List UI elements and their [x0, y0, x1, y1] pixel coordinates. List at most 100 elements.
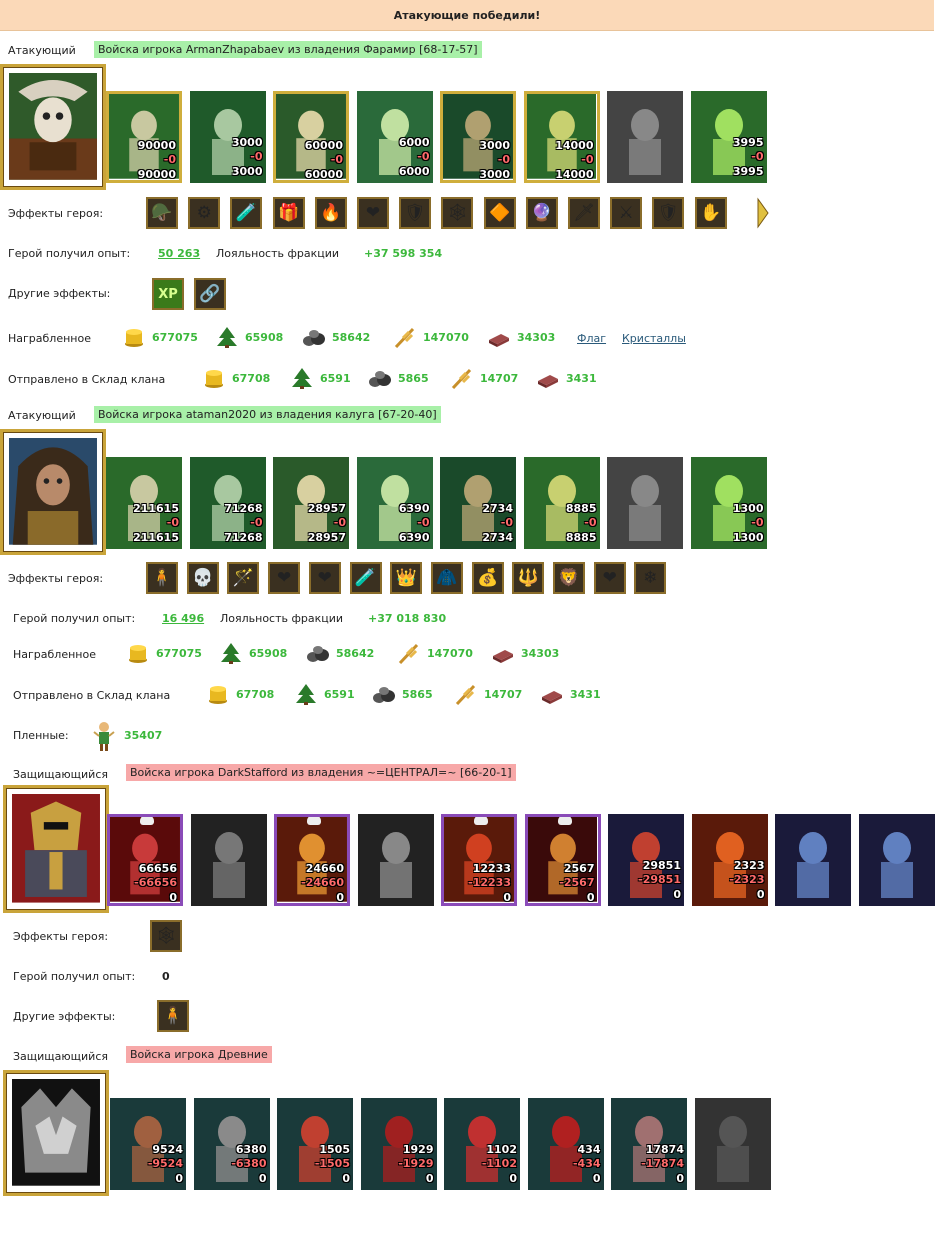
attacker1-hero-effect-5-icon[interactable]: 🔥 [314, 197, 347, 229]
defender2-unit-8[interactable] [694, 1098, 771, 1190]
attacker1-other-effect-2-icon[interactable]: 🔗 [194, 278, 226, 310]
effects-scroll-right-icon[interactable] [756, 197, 770, 229]
attacker1-looted-label: Награбленное [8, 332, 91, 345]
defender1-unit-7[interactable]: 29851 -29851 0 [608, 814, 684, 906]
attacker1-hero-effect-10-icon[interactable]: 🔮 [525, 197, 558, 229]
attacker1-unit-1[interactable]: 90000 -0 90000 [106, 91, 182, 183]
attacker1-unit-3[interactable]: 60000 -0 60000 [273, 91, 349, 183]
creature-icon [110, 817, 180, 902]
brick-icon [493, 650, 513, 663]
defender1-unit-5[interactable]: 12233 -12233 0 [441, 814, 517, 906]
attacker1-unit-8[interactable]: 3995 -0 3995 [690, 91, 767, 183]
attacker2-exp-value[interactable]: 16 496 [162, 612, 204, 625]
defender1-unit-4[interactable] [357, 814, 434, 906]
brick-icon [542, 691, 562, 704]
attacker2-hero-effect-2-icon[interactable]: 💀 [186, 562, 219, 594]
defender1-hero-effect-1-icon[interactable]: 🕸 [150, 920, 182, 952]
attacker2-unit-4[interactable]: 6390 -0 6390 [356, 457, 433, 549]
unit-count: 1505 [319, 1143, 350, 1156]
attacker2-hero-effect-8-icon[interactable]: 🧥 [430, 562, 463, 594]
attacker2-hero-effect-10-icon[interactable]: 🔱 [512, 562, 545, 594]
attacker1-hero-effect-14-icon[interactable]: ✋ [694, 197, 727, 229]
attacker1-other-effect-1-icon[interactable]: XP [152, 278, 184, 310]
unit-count: 2734 [482, 502, 513, 515]
attacker2-hero-effect-9-icon[interactable]: 💰 [471, 562, 504, 594]
crystals-link[interactable]: Кристаллы [622, 332, 686, 345]
attacker1-unit-6[interactable]: 14000 -0 14000 [523, 91, 600, 183]
resource-value: 677075 [156, 646, 202, 660]
defender1-hero-portrait[interactable] [3, 785, 109, 913]
defender2-unit-1[interactable]: 9524 -9524 0 [110, 1098, 186, 1190]
defender1-unit-2[interactable] [190, 814, 267, 906]
skull-icon [307, 817, 321, 825]
defender1-unit-3[interactable]: 24660 -24660 0 [274, 814, 350, 906]
attacker1-exp-value[interactable]: 50 263 [158, 247, 200, 260]
attacker1-hero-effect-4-icon[interactable]: 🎁 [272, 197, 305, 229]
attacker1-unit-4[interactable]: 6000 -0 6000 [356, 91, 433, 183]
attacker2-unit-5[interactable]: 2734 -0 2734 [440, 457, 516, 549]
attacker2-hero-effect-1-icon[interactable]: 🧍 [146, 562, 178, 594]
defender1-unit-1[interactable]: 66656 -66656 0 [107, 814, 183, 906]
defender1-unit-6[interactable]: 2567 -2567 0 [524, 814, 601, 906]
defender1-unit-10[interactable] [858, 814, 935, 906]
attacker2-hero-effect-4-icon[interactable]: ❤ [268, 562, 301, 594]
attacker1-hero-effect-7-icon[interactable]: 🛡 [399, 197, 432, 229]
attacker1-hero-effect-13-icon[interactable]: 🛡 [652, 197, 685, 229]
attacker1-hero-effect-8-icon[interactable]: 🕸 [441, 197, 474, 229]
unit-loss: -0 [330, 153, 343, 166]
attacker2-unit-6[interactable]: 8885 -0 8885 [523, 457, 600, 549]
resource-value: 58642 [332, 330, 371, 344]
defender2-unit-4[interactable]: 1929 -1929 0 [360, 1098, 437, 1190]
attacker2-hero-effect-11-icon[interactable]: 🦁 [553, 562, 585, 594]
attacker2-unit-3[interactable]: 28957 -0 28957 [273, 457, 349, 549]
attacker2-unit-1[interactable]: 211615 -0 211615 [106, 457, 182, 549]
defender1-other-effect-1-icon[interactable]: 🧍 [157, 1000, 189, 1032]
attacker2-unit-8[interactable]: 1300 -0 1300 [690, 457, 767, 549]
attacker1-hero-effect-6-icon[interactable]: ❤ [357, 197, 389, 229]
defender2-unit-3[interactable]: 1505 -1505 0 [277, 1098, 353, 1190]
defender2-hero-portrait[interactable] [3, 1070, 109, 1196]
prisoner-creature-icon [92, 720, 116, 752]
attacker1-hero-effect-3-icon[interactable]: 🧪 [230, 197, 263, 229]
unit-count: 2567 [563, 862, 595, 875]
attacker1-unit-5[interactable]: 3000 -0 3000 [440, 91, 516, 183]
attacker1-hero-effect-11-icon[interactable]: 🗡 [568, 197, 600, 229]
creature-icon [858, 814, 935, 906]
flag-link[interactable]: Флаг [577, 332, 606, 345]
unit-count: 434 [577, 1143, 601, 1156]
defender1-unit-9[interactable] [775, 814, 851, 906]
attacker1-hero-portrait[interactable] [0, 64, 106, 190]
attacker1-hero-effect-2-icon[interactable]: ⚙ [188, 197, 221, 229]
attacker2-unit-2[interactable]: 71268 -0 71268 [189, 457, 266, 549]
wood-icon [221, 643, 241, 664]
defender2-unit-2[interactable]: 6380 -6380 0 [193, 1098, 270, 1190]
attacker2-sent-label: Отправлено в Склад клана [13, 689, 171, 702]
bull-skull-hero-icon [9, 73, 97, 180]
unit-count: 6000 [398, 136, 430, 149]
skull-icon [140, 817, 154, 825]
defender2-unit-7[interactable]: 17874 -17874 0 [611, 1098, 687, 1190]
resource-value: 34303 [521, 646, 560, 660]
attacker2-hero-effects-label: Эффекты героя: [8, 572, 104, 585]
attacker2-hero-effect-7-icon[interactable]: 👑 [390, 562, 423, 594]
attacker1-unit-2[interactable]: 3000 -0 3000 [189, 91, 266, 183]
attacker2-hero-effect-5-icon[interactable]: ❤ [308, 562, 341, 594]
attacker1-unit-7[interactable] [607, 91, 683, 183]
attacker2-hero-effect-12-icon[interactable]: ❤ [593, 562, 626, 594]
unit-remaining: 8885 [565, 531, 597, 544]
attacker2-hero-effect-13-icon[interactable]: ❄ [634, 562, 667, 594]
unit-loss: -0 [417, 516, 430, 529]
unit-remaining: 0 [258, 1172, 267, 1185]
defender2-unit-5[interactable]: 1102 -1102 0 [444, 1098, 520, 1190]
defender2-unit-6[interactable]: 434 -434 0 [527, 1098, 604, 1190]
attacker1-hero-effect-1-icon[interactable]: 🪖 [146, 197, 178, 229]
attacker1-hero-effect-9-icon[interactable]: 🔶 [483, 197, 516, 229]
attacker2-unit-7[interactable] [607, 457, 683, 549]
attacker2-sent-resource-4: 14707 [454, 683, 522, 705]
attacker2-hero-effect-3-icon[interactable]: 🪄 [227, 562, 260, 594]
defender1-unit-8[interactable]: 2323 -2323 0 [691, 814, 768, 906]
attacker1-hero-effect-12-icon[interactable]: ⚔ [610, 197, 643, 229]
unit-count: 71268 [224, 502, 263, 515]
attacker2-hero-portrait[interactable] [0, 429, 106, 555]
attacker2-hero-effect-6-icon[interactable]: 🧪 [349, 562, 382, 594]
